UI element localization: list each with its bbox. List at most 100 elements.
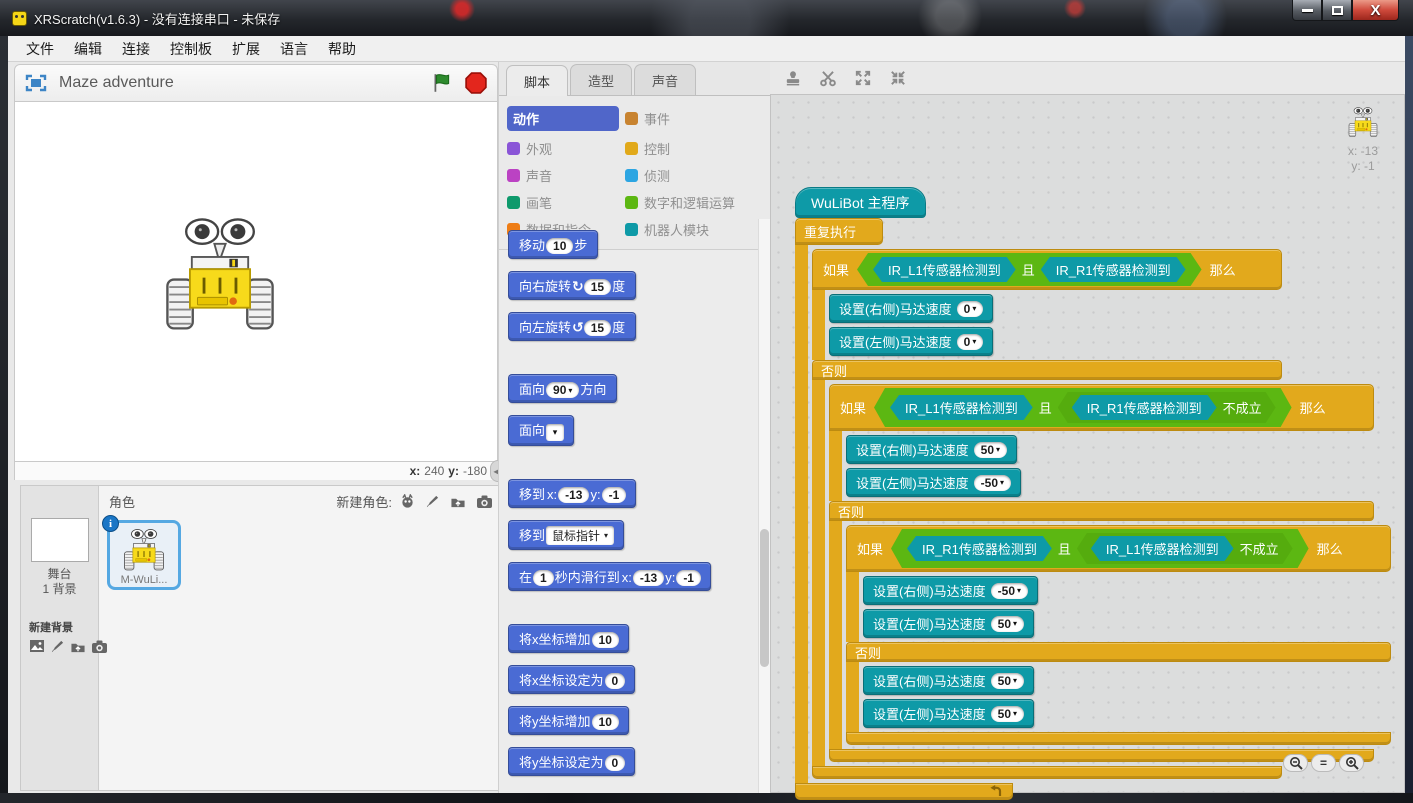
dropdown-input[interactable]: 90▾ <box>546 382 579 398</box>
not-operator[interactable]: IR_L1传感器检测到 不成立 <box>1077 533 1293 564</box>
sprite-tile[interactable]: i M-WuLi... <box>107 520 181 590</box>
robot-sprite[interactable] <box>163 210 277 334</box>
block-text: 面向 <box>518 423 546 438</box>
tab-脚本[interactable]: 脚本 <box>506 65 568 96</box>
forever-block[interactable]: 重复执行 如果 IR_L1传感器检测到 且 IR_R1传感器检测到 那么 <box>795 218 1391 800</box>
not-operator[interactable]: IR_R1传感器检测到 不成立 <box>1058 392 1276 423</box>
and-operator[interactable]: IR_R1传感器检测到 且 IR_L1传感器检测到 不成立 <box>891 529 1309 568</box>
set-right-motor-block[interactable]: 设置(右侧)马达速度 50▾ <box>863 666 1034 695</box>
script-stack[interactable]: WuLiBot 主程序 重复执行 如果 IR_L1传感器检测到 且 IR_R1传… <box>795 187 1391 800</box>
category-item[interactable]: 画笔 <box>507 193 625 212</box>
sprite-info-badge[interactable]: i <box>102 515 119 532</box>
image-icon[interactable] <box>29 639 45 654</box>
close-button[interactable]: X <box>1352 0 1399 21</box>
minimize-button[interactable] <box>1292 0 1322 21</box>
palette-block[interactable]: 向右旋转↻15度 <box>508 271 636 300</box>
palette-block[interactable]: 面向▾ <box>508 415 574 446</box>
menu-item[interactable]: 编辑 <box>64 36 112 62</box>
palette-block[interactable]: 移到x:-13y:-1 <box>508 479 636 508</box>
category-item[interactable]: 控制 <box>625 139 766 158</box>
stamp-icon[interactable] <box>784 69 802 87</box>
sensor-ir-l1[interactable]: IR_L1传感器检测到 <box>890 395 1033 420</box>
category-item[interactable]: 数字和逻辑运算 <box>625 193 766 212</box>
palette-block[interactable]: 将x坐标设定为0 <box>508 665 635 694</box>
number-input[interactable]: 15 <box>584 279 611 295</box>
number-input[interactable]: -13 <box>633 570 664 586</box>
number-input[interactable]: 10 <box>592 714 619 730</box>
category-item[interactable]: 事件 <box>625 106 766 131</box>
brush-icon[interactable] <box>425 494 440 509</box>
palette-block[interactable]: 面向90▾方向 <box>508 374 617 403</box>
if-else-block-3[interactable]: 如果 IR_R1传感器检测到 且 IR_L1传感器检测到 不成立 <box>846 525 1391 745</box>
number-input[interactable]: 10 <box>592 632 619 648</box>
stop-icon[interactable] <box>465 72 487 94</box>
tab-造型[interactable]: 造型 <box>570 64 632 95</box>
sensor-ir-r1[interactable]: IR_R1传感器检测到 <box>907 536 1052 561</box>
category-item[interactable]: 动作 <box>507 106 619 131</box>
sensor-ir-l1[interactable]: IR_L1传感器检测到 <box>1091 536 1234 561</box>
if-else-block-1[interactable]: 如果 IR_L1传感器检测到 且 IR_R1传感器检测到 那么 <box>812 249 1391 779</box>
number-input[interactable]: 15 <box>584 320 611 336</box>
set-left-motor-block[interactable]: 设置(左侧)马达速度 50▾ <box>863 699 1034 728</box>
palette-block[interactable]: 将y坐标设定为0 <box>508 747 635 776</box>
number-input[interactable]: -1 <box>676 570 701 586</box>
hat-block[interactable]: WuLiBot 主程序 <box>795 187 926 218</box>
palette-scrollbar[interactable] <box>758 219 770 793</box>
camera-icon[interactable] <box>476 494 493 509</box>
and-operator[interactable]: IR_L1传感器检测到 且 IR_R1传感器检测到 <box>857 253 1202 286</box>
category-item[interactable]: 外观 <box>507 139 625 158</box>
palette-block[interactable]: 将y坐标增加10 <box>508 706 629 735</box>
shrink-icon[interactable] <box>889 69 907 87</box>
green-flag-icon[interactable] <box>431 72 453 94</box>
number-input[interactable]: 0 <box>605 673 626 689</box>
set-right-motor-block[interactable]: 设置(右侧)马达速度 -50▾ <box>863 576 1038 605</box>
zoom-out-button[interactable] <box>1283 754 1308 772</box>
if-else-block-2[interactable]: 如果 IR_L1传感器检测到 且 IR_R1传感器检测到 不成立 <box>829 384 1391 762</box>
upload-icon[interactable] <box>70 639 86 654</box>
script-canvas[interactable]: x: -13 y: -1 WuLiBot 主程序 重复执行 如果 IR_L1传感… <box>770 94 1405 793</box>
maximize-button[interactable] <box>1322 0 1352 21</box>
brush-icon[interactable] <box>50 639 65 654</box>
palette-block[interactable]: 在1秒内滑行到x:-13y:-1 <box>508 562 711 591</box>
category-item[interactable]: 侦测 <box>625 166 766 185</box>
menu-item[interactable]: 控制板 <box>160 36 222 62</box>
category-item[interactable]: 声音 <box>507 166 625 185</box>
number-input[interactable]: 10 <box>546 238 573 254</box>
upload-icon[interactable] <box>450 494 466 509</box>
stage-canvas[interactable] <box>14 102 498 462</box>
menu-item[interactable]: 语言 <box>270 36 318 62</box>
grow-icon[interactable] <box>854 69 872 87</box>
palette-block[interactable]: 移到鼠标指针▾ <box>508 520 624 550</box>
set-right-motor-block[interactable]: 设置(右侧)马达速度 50▾ <box>846 435 1017 464</box>
number-input[interactable]: 0 <box>605 755 626 771</box>
set-left-motor-block[interactable]: 设置(左侧)马达速度 0▾ <box>829 327 993 356</box>
category-color-chip <box>625 196 638 209</box>
set-left-motor-block[interactable]: 设置(左侧)马达速度 50▾ <box>863 609 1034 638</box>
tab-声音[interactable]: 声音 <box>634 64 696 95</box>
menu-item[interactable]: 扩展 <box>222 36 270 62</box>
palette-block[interactable]: 将x坐标增加10 <box>508 624 629 653</box>
number-input[interactable]: -13 <box>558 487 589 503</box>
number-input[interactable]: -1 <box>602 487 627 503</box>
sensor-ir-r1[interactable]: IR_R1传感器检测到 <box>1072 395 1217 420</box>
zoom-in-button[interactable] <box>1339 754 1364 772</box>
set-left-motor-block[interactable]: 设置(左侧)马达速度 -50▾ <box>846 468 1021 497</box>
zoom-reset-button[interactable]: = <box>1311 754 1336 772</box>
sensor-ir-r1[interactable]: IR_R1传感器检测到 <box>1041 257 1186 282</box>
and-operator[interactable]: IR_L1传感器检测到 且 IR_R1传感器检测到 不成立 <box>874 388 1292 427</box>
menu-item[interactable]: 连接 <box>112 36 160 62</box>
fullscreen-icon[interactable] <box>25 74 47 92</box>
creature-icon[interactable] <box>400 494 415 509</box>
dropdown-input[interactable]: 鼠标指针▾ <box>546 526 614 545</box>
palette-block[interactable]: 向左旋转↺15度 <box>508 312 636 341</box>
dropdown-input[interactable]: ▾ <box>546 424 564 441</box>
number-input[interactable]: 1 <box>533 570 554 586</box>
set-right-motor-block[interactable]: 设置(右侧)马达速度 0▾ <box>829 294 993 323</box>
palette-block[interactable]: 移动10步 <box>508 230 598 259</box>
menu-item[interactable]: 帮助 <box>318 36 366 62</box>
block-text: 度 <box>611 279 626 294</box>
sensor-ir-l1[interactable]: IR_L1传感器检测到 <box>873 257 1016 282</box>
menu-item[interactable]: 文件 <box>16 36 64 62</box>
scissors-icon[interactable] <box>819 69 837 87</box>
stage-thumbnail[interactable] <box>31 518 89 562</box>
